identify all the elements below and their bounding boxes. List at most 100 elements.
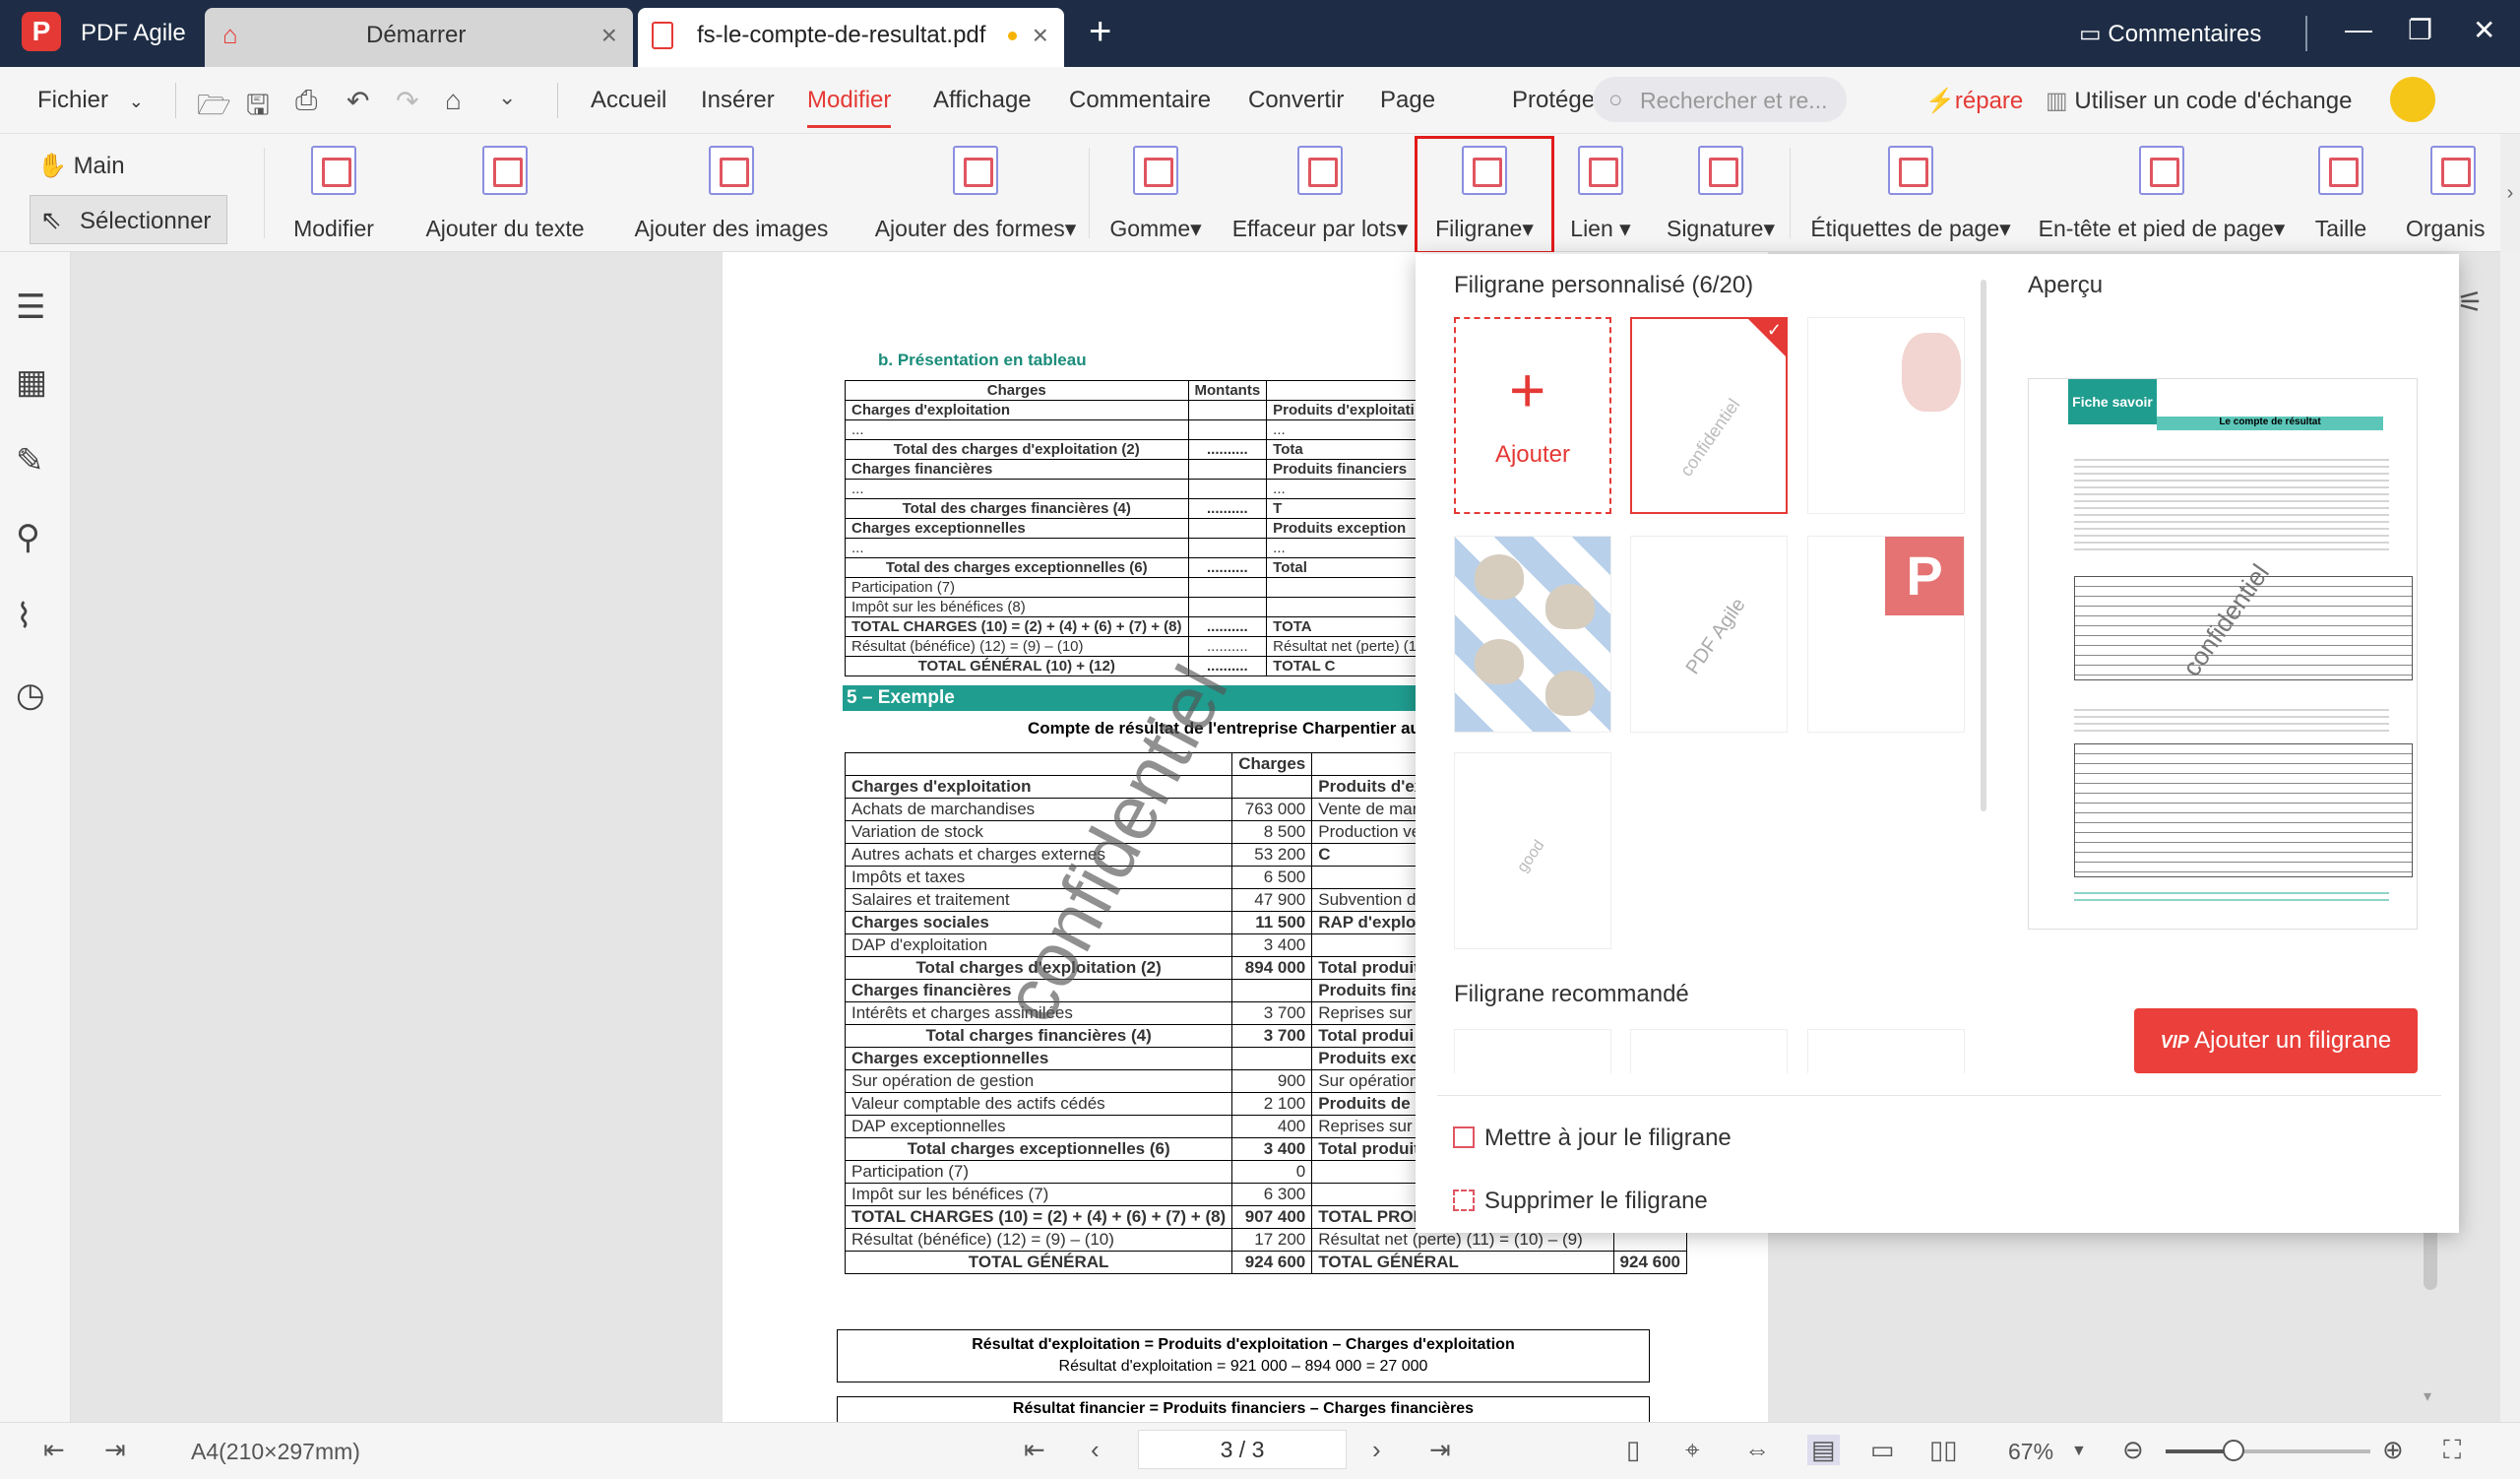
zoom-slider-handle[interactable] — [2222, 1440, 2244, 1461]
repair-button[interactable]: ⚡répare — [1925, 87, 2023, 115]
properties-icon[interactable]: ⚟ — [2457, 286, 2484, 320]
undo-icon[interactable]: ↶ — [346, 85, 369, 117]
add-text-icon — [482, 146, 528, 195]
print-icon[interactable]: ⎙ — [295, 85, 317, 117]
close-window-icon[interactable]: ✕ — [2473, 14, 2495, 46]
menu-accueil[interactable]: Accueil — [591, 87, 666, 114]
restore-icon[interactable]: ❐ — [2408, 14, 2432, 46]
hand-mode-button[interactable]: ✋ Main — [37, 152, 125, 180]
page-number-input[interactable]: 3 / 3 — [1138, 1430, 1347, 1469]
search-icon[interactable]: ⚲ — [16, 518, 40, 557]
watermark-card-confidentiel[interactable]: confidentiel ✓ — [1630, 317, 1788, 514]
continuous-scroll-icon[interactable]: ▤ — [1807, 1435, 1840, 1465]
batch-eraser-button[interactable]: Effaceur par lots▾ — [1227, 134, 1414, 252]
cat-image — [1475, 554, 1524, 600]
watermark-card-pdfagile[interactable]: PDF Agile — [1630, 536, 1788, 733]
close-tab-icon[interactable]: × — [601, 20, 617, 51]
zoom-dropdown-icon[interactable]: ▼ — [2071, 1443, 2087, 1460]
add-text-button[interactable]: Ajouter du texte — [413, 134, 597, 252]
table-row: Total des charges exceptionnelles (6)...… — [845, 557, 1424, 578]
exchange-code-button[interactable]: ▥ Utiliser un code d'échange — [2046, 87, 2352, 115]
table-cell: .......... — [1187, 616, 1268, 637]
add-watermark-card[interactable]: + Ajouter — [1454, 317, 1611, 514]
watermark-card-cats[interactable] — [1454, 536, 1611, 733]
select-mode-button[interactable]: ⇖ Sélectionner — [30, 195, 227, 244]
formula-title: Résultat d'exploitation = Produits d'exp… — [972, 1336, 1515, 1353]
table-cell: 924 600 — [1231, 1251, 1313, 1274]
signature-button[interactable]: Signature▾ — [1660, 134, 1782, 252]
menu-page[interactable]: Page — [1380, 87, 1435, 114]
menu-convertir[interactable]: Convertir — [1248, 87, 1344, 114]
add-shapes-button[interactable]: Ajouter des formes▾ — [866, 134, 1085, 252]
history-icon[interactable]: ◷ — [16, 675, 45, 715]
tab-demarrer[interactable]: ⌂ Démarrer × — [205, 8, 633, 67]
fit-page-icon[interactable]: ⌖ — [1685, 1435, 1700, 1466]
zoom-value[interactable]: 67% — [2008, 1439, 2053, 1465]
comments-button[interactable]: ▭ Commentaires — [2079, 20, 2261, 48]
menu-fichier[interactable]: Fichier ⌄ — [37, 87, 144, 114]
next-page-icon[interactable]: › — [1372, 1435, 1381, 1465]
fit-width-icon[interactable]: ⇔ — [1744, 1435, 1770, 1465]
panel-scrollbar[interactable] — [1981, 280, 1986, 811]
link-button[interactable]: Lien ▾ — [1559, 134, 1642, 252]
avatar[interactable] — [2390, 77, 2435, 122]
exchange-label: Utiliser un code d'échange — [2074, 88, 2353, 114]
menu-icon[interactable]: ☰ — [16, 288, 45, 327]
two-page-icon[interactable]: ▯▯ — [1929, 1435, 1958, 1465]
header-footer-button[interactable]: En-tête et pied de page▾ — [2032, 134, 2292, 252]
tab-document[interactable]: fs-le-compte-de-resultat.pdf × — [638, 8, 1064, 67]
gift-icon: ▥ — [2046, 88, 2068, 114]
eraser-button[interactable]: Gomme▾ — [1104, 134, 1207, 252]
add-shapes-label: Ajouter des formes▾ — [874, 216, 1077, 241]
menu-commentaire[interactable]: Commentaire — [1069, 87, 1211, 114]
watermark-card-good[interactable]: good — [1454, 752, 1611, 949]
close-tab-icon[interactable]: × — [1033, 20, 1048, 51]
add-watermark-button[interactable]: VIP Ajouter un filigrane — [2134, 1008, 2418, 1073]
search-input[interactable]: ○ Rechercher et re... — [1593, 77, 1847, 122]
first-page-icon[interactable]: ⇤ — [1024, 1435, 1045, 1465]
home-icon[interactable]: ⌂ — [445, 85, 462, 116]
table-cell: Participation (7) — [845, 577, 1189, 598]
minimize-icon[interactable]: — — [2345, 14, 2372, 45]
previous-page-icon[interactable]: ‹ — [1091, 1435, 1100, 1465]
delete-watermark-item[interactable]: Supprimer le filigrane — [1453, 1188, 1708, 1215]
customize-toolbar-icon[interactable]: ⌄ — [498, 85, 516, 110]
page-labels-button[interactable]: Étiquettes de page▾ — [1805, 134, 2016, 252]
organize-button[interactable]: Organis — [2406, 134, 2500, 252]
update-watermark-item[interactable]: Mettre à jour le filigrane — [1453, 1125, 1732, 1152]
last-page-icon[interactable]: ⇥ — [1429, 1435, 1451, 1465]
scroll-down-icon[interactable]: ▾ — [2424, 1386, 2431, 1406]
thumbnails-icon[interactable]: ▦ — [16, 362, 47, 402]
sidebar-collapse-icon[interactable]: ⇤ — [43, 1435, 65, 1465]
zoom-in-icon[interactable]: ⊕ — [2382, 1435, 2404, 1465]
save-icon[interactable]: 🖫 — [246, 85, 270, 132]
menu-proteger[interactable]: Protéger — [1512, 87, 1603, 114]
annotation-pen-icon[interactable]: ✎ — [16, 441, 44, 481]
menu-inserer[interactable]: Insérer — [701, 87, 775, 114]
chevron-down-icon: ⌄ — [128, 92, 144, 111]
recommended-card[interactable] — [1454, 1029, 1611, 1073]
single-page-icon[interactable]: ▭ — [1870, 1435, 1895, 1465]
fullscreen-icon[interactable]: ⛶ — [2443, 1435, 2461, 1466]
actual-size-icon[interactable]: ▯ — [1626, 1435, 1640, 1465]
attachment-icon[interactable]: ⌇ — [16, 597, 32, 636]
redo-icon[interactable]: ↷ — [396, 85, 418, 117]
edit-button[interactable]: Modifier — [284, 134, 384, 252]
recommended-card[interactable] — [1630, 1029, 1788, 1073]
table-cell: Produits exception — [1266, 518, 1424, 539]
menu-modifier[interactable]: Modifier — [807, 87, 892, 128]
recommended-card[interactable] — [1807, 1029, 1965, 1073]
menu-affichage[interactable]: Affichage — [933, 87, 1032, 114]
add-images-button[interactable]: Ajouter des images — [620, 134, 843, 252]
sidebar-expand-icon[interactable]: ⇥ — [104, 1435, 126, 1465]
watermark-sample-text: confidentiel — [1675, 395, 1744, 481]
size-button[interactable]: Taille — [2301, 134, 2380, 252]
ribbon-scroll-right-icon[interactable]: › — [2500, 134, 2520, 252]
watermark-card-logo[interactable]: P — [1807, 536, 1965, 733]
open-folder-icon[interactable]: 🗁 — [197, 85, 231, 132]
app-logo-icon: P — [22, 12, 61, 51]
new-tab-button[interactable]: + — [1089, 12, 1111, 51]
watermark-card-seal[interactable] — [1807, 317, 1965, 514]
table-cell: TOTAL CHARGES (10) = (2) + (4) + (6) + (… — [844, 1205, 1233, 1229]
zoom-out-icon[interactable]: ⊖ — [2122, 1435, 2144, 1465]
